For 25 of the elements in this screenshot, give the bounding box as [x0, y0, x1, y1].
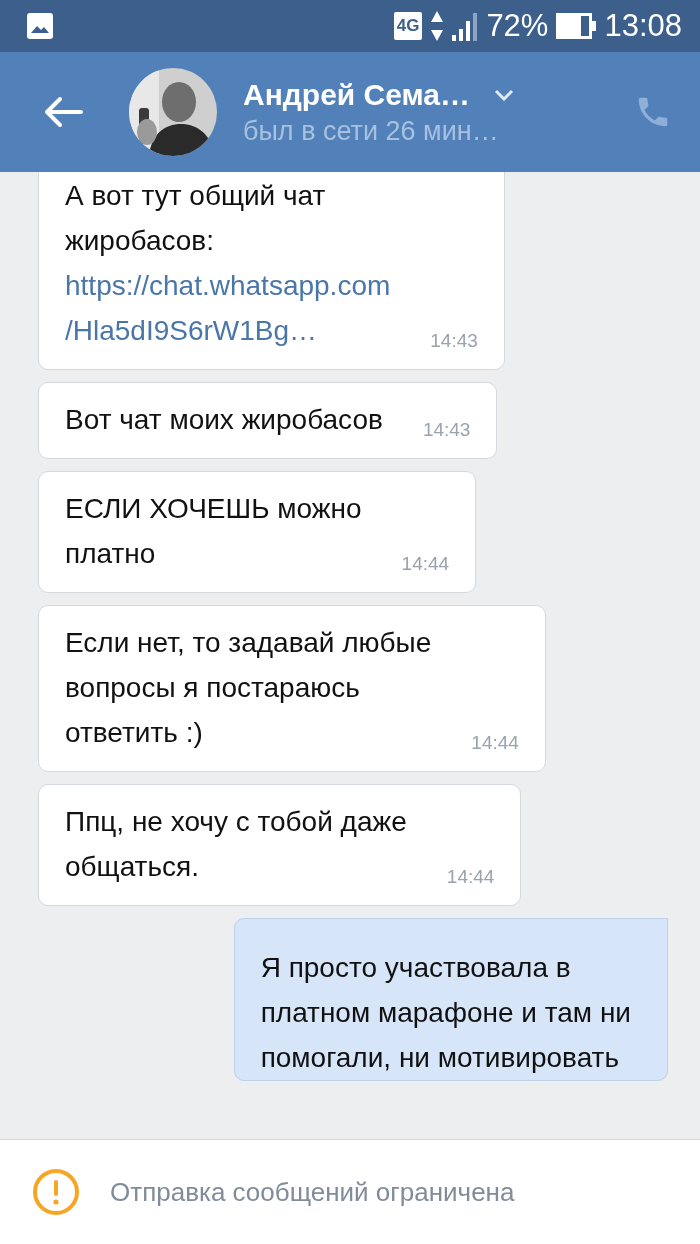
battery-icon [556, 13, 597, 39]
last-seen-status: был в сети 26 мин… [243, 115, 500, 147]
data-arrows-icon [430, 10, 445, 42]
battery-percent: 72% [486, 8, 549, 44]
message-time: 14:44 [400, 554, 450, 574]
network-type: 4G [393, 12, 423, 40]
warning-icon [32, 1168, 80, 1216]
message-text: ЕСЛИ ХОЧЕШЬ можно платно [65, 492, 362, 571]
contact-name: Андрей Сема… [243, 77, 471, 112]
message-link[interactable]: https://chat.whatsapp.com /Hla5dI9S6rW1Bg… [65, 263, 391, 353]
message-time: 14:44 [470, 733, 519, 753]
message-time: 14:43 [421, 420, 471, 440]
signal-icon [452, 11, 479, 41]
chevron-down-icon[interactable] [494, 88, 515, 101]
message-time: 14:43 [429, 331, 478, 351]
message-text: Вот чат моих жиробасов [65, 403, 383, 437]
notice-text: Отправка сообщений ограничена [110, 1176, 515, 1208]
gallery-icon [26, 12, 54, 40]
message-text: Я просто участвовала в платном марафоне и там ни помогали, ни мотивировать [260, 951, 631, 1075]
message-text: А вот тут общий чат жиробасов: [65, 179, 327, 258]
back-button[interactable] [43, 96, 83, 128]
clock: 13:08 [604, 8, 682, 44]
message-text: Если нет, то задавай любые вопросы я постараюсь ответить :) [65, 626, 432, 750]
message-text: Ппц, не хочу с тобой даже общаться. [65, 805, 407, 884]
message-time: 14:44 [445, 867, 495, 887]
